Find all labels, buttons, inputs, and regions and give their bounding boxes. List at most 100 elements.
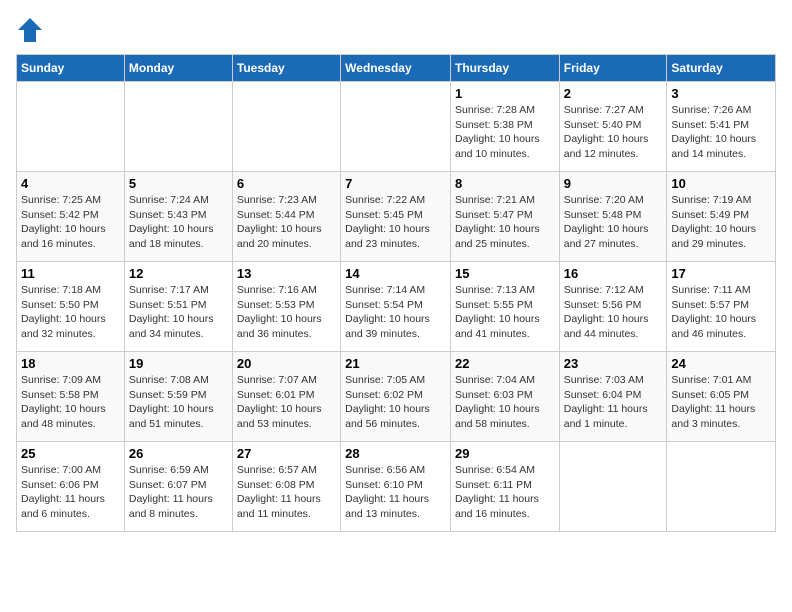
day-number: 13 bbox=[237, 266, 336, 281]
calendar-cell: 28 Sunrise: 6:56 AM Sunset: 6:10 PM Dayli… bbox=[341, 442, 451, 532]
day-info: Sunrise: 7:20 AM Sunset: 5:48 PM Dayligh… bbox=[564, 193, 663, 252]
day-number: 5 bbox=[129, 176, 228, 191]
day-info: Sunrise: 7:01 AM Sunset: 6:05 PM Dayligh… bbox=[671, 373, 771, 432]
day-info: Sunrise: 7:26 AM Sunset: 5:41 PM Dayligh… bbox=[671, 103, 771, 162]
calendar-cell: 4 Sunrise: 7:25 AM Sunset: 5:42 PM Daylig… bbox=[17, 172, 125, 262]
day-info: Sunrise: 7:09 AM Sunset: 5:58 PM Dayligh… bbox=[21, 373, 120, 432]
day-info: Sunrise: 7:19 AM Sunset: 5:49 PM Dayligh… bbox=[671, 193, 771, 252]
calendar-cell: 6 Sunrise: 7:23 AM Sunset: 5:44 PM Daylig… bbox=[232, 172, 340, 262]
day-info: Sunrise: 7:11 AM Sunset: 5:57 PM Dayligh… bbox=[671, 283, 771, 342]
calendar-cell: 11 Sunrise: 7:18 AM Sunset: 5:50 PM Dayli… bbox=[17, 262, 125, 352]
day-number: 22 bbox=[455, 356, 555, 371]
calendar-cell: 15 Sunrise: 7:13 AM Sunset: 5:55 PM Dayli… bbox=[450, 262, 559, 352]
calendar-cell: 12 Sunrise: 7:17 AM Sunset: 5:51 PM Dayli… bbox=[124, 262, 232, 352]
day-number: 1 bbox=[455, 86, 555, 101]
day-number: 12 bbox=[129, 266, 228, 281]
calendar-cell: 24Sunrise: 7:01 AM Sunset: 6:05 PM Dayli… bbox=[667, 352, 776, 442]
calendar-cell: 2 Sunrise: 7:27 AM Sunset: 5:40 PM Daylig… bbox=[559, 82, 667, 172]
day-info: Sunrise: 7:14 AM Sunset: 5:54 PM Dayligh… bbox=[345, 283, 446, 342]
day-number: 18 bbox=[21, 356, 120, 371]
calendar-cell: 25 Sunrise: 7:00 AM Sunset: 6:06 PM Dayli… bbox=[17, 442, 125, 532]
day-number: 7 bbox=[345, 176, 446, 191]
day-number: 19 bbox=[129, 356, 228, 371]
day-number: 11 bbox=[21, 266, 120, 281]
calendar-cell bbox=[341, 82, 451, 172]
calendar-cell: 20Sunrise: 7:07 AM Sunset: 6:01 PM Dayli… bbox=[232, 352, 340, 442]
weekday-header-saturday: Saturday bbox=[667, 55, 776, 82]
day-number: 15 bbox=[455, 266, 555, 281]
calendar-cell: 26 Sunrise: 6:59 AM Sunset: 6:07 PM Dayli… bbox=[124, 442, 232, 532]
calendar-cell: 22 Sunrise: 7:04 AM Sunset: 6:03 PM Dayli… bbox=[450, 352, 559, 442]
day-number: 4 bbox=[21, 176, 120, 191]
day-info: Sunrise: 7:22 AM Sunset: 5:45 PM Dayligh… bbox=[345, 193, 446, 252]
weekday-header-thursday: Thursday bbox=[450, 55, 559, 82]
day-number: 9 bbox=[564, 176, 663, 191]
calendar-week-row: 1 Sunrise: 7:28 AM Sunset: 5:38 PM Daylig… bbox=[17, 82, 776, 172]
day-info: Sunrise: 7:17 AM Sunset: 5:51 PM Dayligh… bbox=[129, 283, 228, 342]
weekday-header-monday: Monday bbox=[124, 55, 232, 82]
calendar-cell: 16Sunrise: 7:12 AM Sunset: 5:56 PM Dayli… bbox=[559, 262, 667, 352]
day-number: 25 bbox=[21, 446, 120, 461]
calendar-cell: 13 Sunrise: 7:16 AM Sunset: 5:53 PM Dayli… bbox=[232, 262, 340, 352]
day-info: Sunrise: 7:00 AM Sunset: 6:06 PM Dayligh… bbox=[21, 463, 120, 522]
day-info: Sunrise: 7:18 AM Sunset: 5:50 PM Dayligh… bbox=[21, 283, 120, 342]
day-info: Sunrise: 6:59 AM Sunset: 6:07 PM Dayligh… bbox=[129, 463, 228, 522]
day-number: 21 bbox=[345, 356, 446, 371]
calendar-cell bbox=[124, 82, 232, 172]
calendar-cell: 29 Sunrise: 6:54 AM Sunset: 6:11 PM Dayli… bbox=[450, 442, 559, 532]
day-number: 16 bbox=[564, 266, 663, 281]
calendar-cell: 23 Sunrise: 7:03 AM Sunset: 6:04 PM Dayli… bbox=[559, 352, 667, 442]
day-number: 14 bbox=[345, 266, 446, 281]
calendar-cell: 9 Sunrise: 7:20 AM Sunset: 5:48 PM Daylig… bbox=[559, 172, 667, 262]
calendar-cell: 17 Sunrise: 7:11 AM Sunset: 5:57 PM Dayli… bbox=[667, 262, 776, 352]
calendar-week-row: 25 Sunrise: 7:00 AM Sunset: 6:06 PM Dayli… bbox=[17, 442, 776, 532]
day-info: Sunrise: 7:21 AM Sunset: 5:47 PM Dayligh… bbox=[455, 193, 555, 252]
calendar-week-row: 18 Sunrise: 7:09 AM Sunset: 5:58 PM Dayli… bbox=[17, 352, 776, 442]
weekday-header-wednesday: Wednesday bbox=[341, 55, 451, 82]
day-info: Sunrise: 7:05 AM Sunset: 6:02 PM Dayligh… bbox=[345, 373, 446, 432]
day-number: 6 bbox=[237, 176, 336, 191]
day-number: 26 bbox=[129, 446, 228, 461]
day-info: Sunrise: 6:56 AM Sunset: 6:10 PM Dayligh… bbox=[345, 463, 446, 522]
day-info: Sunrise: 7:24 AM Sunset: 5:43 PM Dayligh… bbox=[129, 193, 228, 252]
day-number: 23 bbox=[564, 356, 663, 371]
day-number: 10 bbox=[671, 176, 771, 191]
day-info: Sunrise: 7:03 AM Sunset: 6:04 PM Dayligh… bbox=[564, 373, 663, 432]
day-number: 28 bbox=[345, 446, 446, 461]
day-number: 3 bbox=[671, 86, 771, 101]
page-header bbox=[16, 16, 776, 44]
day-info: Sunrise: 7:07 AM Sunset: 6:01 PM Dayligh… bbox=[237, 373, 336, 432]
logo-icon bbox=[16, 16, 44, 44]
day-info: Sunrise: 7:27 AM Sunset: 5:40 PM Dayligh… bbox=[564, 103, 663, 162]
calendar-cell bbox=[17, 82, 125, 172]
calendar-week-row: 4 Sunrise: 7:25 AM Sunset: 5:42 PM Daylig… bbox=[17, 172, 776, 262]
logo bbox=[16, 16, 48, 44]
day-info: Sunrise: 7:08 AM Sunset: 5:59 PM Dayligh… bbox=[129, 373, 228, 432]
weekday-header-row: SundayMondayTuesdayWednesdayThursdayFrid… bbox=[17, 55, 776, 82]
day-number: 2 bbox=[564, 86, 663, 101]
calendar-cell: 8Sunrise: 7:21 AM Sunset: 5:47 PM Daylig… bbox=[450, 172, 559, 262]
day-info: Sunrise: 7:28 AM Sunset: 5:38 PM Dayligh… bbox=[455, 103, 555, 162]
day-info: Sunrise: 6:54 AM Sunset: 6:11 PM Dayligh… bbox=[455, 463, 555, 522]
day-number: 27 bbox=[237, 446, 336, 461]
calendar-cell: 3 Sunrise: 7:26 AM Sunset: 5:41 PM Daylig… bbox=[667, 82, 776, 172]
calendar-cell bbox=[232, 82, 340, 172]
day-info: Sunrise: 6:57 AM Sunset: 6:08 PM Dayligh… bbox=[237, 463, 336, 522]
calendar-cell bbox=[559, 442, 667, 532]
day-info: Sunrise: 7:25 AM Sunset: 5:42 PM Dayligh… bbox=[21, 193, 120, 252]
day-number: 17 bbox=[671, 266, 771, 281]
weekday-header-friday: Friday bbox=[559, 55, 667, 82]
calendar-cell: 18 Sunrise: 7:09 AM Sunset: 5:58 PM Dayli… bbox=[17, 352, 125, 442]
day-info: Sunrise: 7:04 AM Sunset: 6:03 PM Dayligh… bbox=[455, 373, 555, 432]
calendar-cell: 14 Sunrise: 7:14 AM Sunset: 5:54 PM Dayli… bbox=[341, 262, 451, 352]
calendar-cell: 5 Sunrise: 7:24 AM Sunset: 5:43 PM Daylig… bbox=[124, 172, 232, 262]
weekday-header-tuesday: Tuesday bbox=[232, 55, 340, 82]
weekday-header-sunday: Sunday bbox=[17, 55, 125, 82]
calendar-cell: 27 Sunrise: 6:57 AM Sunset: 6:08 PM Dayli… bbox=[232, 442, 340, 532]
day-info: Sunrise: 7:23 AM Sunset: 5:44 PM Dayligh… bbox=[237, 193, 336, 252]
day-number: 29 bbox=[455, 446, 555, 461]
day-info: Sunrise: 7:13 AM Sunset: 5:55 PM Dayligh… bbox=[455, 283, 555, 342]
calendar-cell bbox=[667, 442, 776, 532]
calendar-cell: 19 Sunrise: 7:08 AM Sunset: 5:59 PM Dayli… bbox=[124, 352, 232, 442]
day-info: Sunrise: 7:16 AM Sunset: 5:53 PM Dayligh… bbox=[237, 283, 336, 342]
